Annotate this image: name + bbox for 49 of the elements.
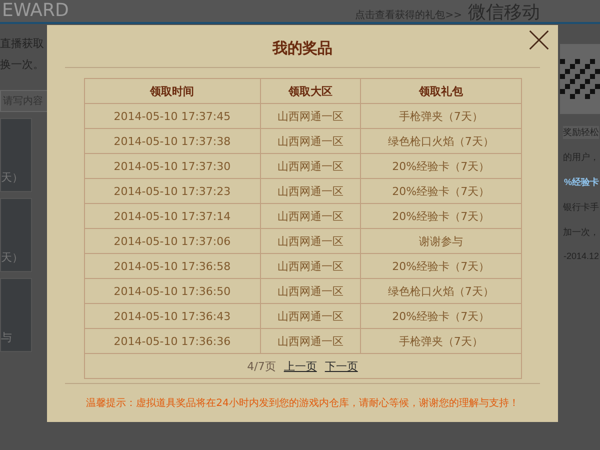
dialog-title: 我的奖品 — [272, 39, 332, 59]
table-cell: 2014-05-10 17:37:38 — [84, 128, 260, 154]
table-cell: 绿色枪口火焰（7天） — [360, 128, 521, 154]
table-cell: 山西网通一区 — [260, 154, 361, 178]
table-cell: 20%经验卡（7天） — [360, 178, 521, 204]
table-cell: 山西网通一区 — [260, 254, 361, 278]
close-icon[interactable] — [528, 29, 550, 51]
column-header: 领取礼包 — [360, 78, 521, 104]
tile-caption: 天） — [1, 170, 23, 186]
table-cell: 2014-05-10 17:37:06 — [84, 228, 260, 254]
table-cell: 谢谢参与 — [360, 228, 521, 254]
notice-text: 温馨提示：虚拟道具奖品将在24小时内发到您的游戏内仓库，请耐心等候，谢谢您的理解与支持！ — [86, 396, 519, 410]
table-cell: 山西网通一区 — [260, 228, 361, 254]
prize-tile[interactable]: 天） — [0, 198, 32, 272]
prev-page-link[interactable]: 上一页 — [284, 360, 317, 372]
table-cell: 手枪弹夹（7天） — [360, 328, 521, 354]
column-header: 领取大区 — [260, 78, 361, 104]
table-cell: 山西网通一区 — [260, 304, 361, 328]
table-cell: 绿色枪口火焰（7天） — [360, 278, 521, 304]
prize-tile[interactable]: 与 — [0, 278, 32, 352]
table-cell: 2014-05-10 17:37:14 — [84, 204, 260, 228]
side-text: 奖励轻松 — [563, 126, 599, 139]
table-cell: 山西网通一区 — [260, 278, 361, 304]
table-cell: 山西网通一区 — [260, 128, 361, 154]
table-cell: 2014-05-10 17:37:23 — [84, 178, 260, 204]
table-cell: 2014-05-10 17:36:43 — [84, 304, 260, 328]
table-cell: 2014-05-10 17:37:45 — [84, 104, 260, 128]
table-cell: 2014-05-10 17:36:50 — [84, 278, 260, 304]
page-count: 4/7页 — [247, 360, 276, 372]
table-cell: 20%经验卡（7天） — [360, 204, 521, 228]
table-cell: 20%经验卡（7天） — [360, 254, 521, 278]
side-text: %经验卡 — [564, 176, 599, 189]
tile-caption: 天） — [1, 250, 23, 266]
qr-code-icon — [560, 44, 600, 114]
table-cell: 手枪弹夹（7天） — [360, 104, 521, 128]
table-cell: 山西网通一区 — [260, 104, 361, 128]
table-cell: 山西网通一区 — [260, 178, 361, 204]
table-cell: 山西网通一区 — [260, 328, 361, 354]
table-cell: 2014-05-10 17:36:36 — [84, 328, 260, 354]
prize-tile[interactable]: 天） — [0, 118, 32, 192]
next-page-link[interactable]: 下一页 — [324, 360, 358, 372]
table-cell: 2014-05-10 17:36:58 — [84, 254, 260, 278]
tile-caption: 与 — [1, 330, 12, 346]
table-cell: 2014-05-10 17:37:30 — [84, 154, 260, 178]
table-cell: 20%经验卡（7天） — [360, 154, 521, 178]
table-cell: 山西网通一区 — [260, 204, 361, 228]
column-header: 领取时间 — [84, 78, 260, 104]
table-cell: 20%经验卡（7天） — [360, 304, 521, 328]
logo-text: EWARD — [2, 1, 69, 21]
